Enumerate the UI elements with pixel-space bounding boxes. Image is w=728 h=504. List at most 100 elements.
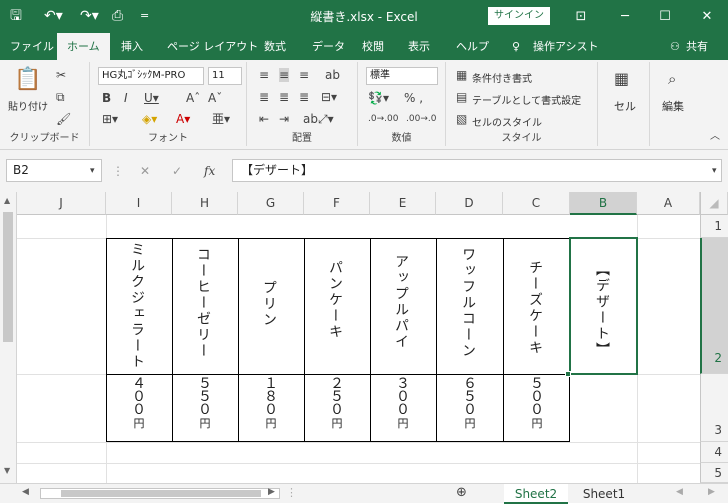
scroll-left-icon[interactable]: ◀ xyxy=(22,487,29,497)
font-shrink-icon[interactable]: Aˇ xyxy=(208,91,222,105)
paste-icon[interactable]: 📋 xyxy=(14,68,41,92)
col-header-G[interactable]: G xyxy=(238,192,304,215)
align-left-icon[interactable]: ≣ xyxy=(259,90,269,104)
cell-I2[interactable]: ミルクジェラート xyxy=(128,242,146,370)
cell-C2[interactable]: チーズケーキ xyxy=(526,260,544,356)
scroll-up-icon[interactable]: ▲ xyxy=(4,196,10,205)
cells-icon[interactable]: ▦ xyxy=(614,70,629,88)
phonetic-icon[interactable]: 亜▾ xyxy=(212,112,230,126)
cells-button[interactable]: セル xyxy=(614,98,636,114)
row-header-3[interactable]: 3 xyxy=(700,374,728,442)
tab-help[interactable]: ヘルプ xyxy=(456,33,489,60)
tab-insert[interactable]: 挿入 xyxy=(121,33,143,60)
horizontal-scroll-thumb[interactable] xyxy=(61,490,261,497)
sheet-tab-sheet1[interactable]: Sheet1 xyxy=(572,484,636,504)
cond-format-icon[interactable]: ▦ xyxy=(456,68,467,82)
tab-home[interactable]: ホーム xyxy=(57,33,110,60)
indent-decrease-icon[interactable]: ⇤ xyxy=(259,112,269,126)
tab-split-handle[interactable]: ⋮ xyxy=(286,486,297,499)
name-box[interactable]: B2 xyxy=(6,159,102,182)
tab-file[interactable]: ファイル xyxy=(10,33,54,60)
align-top-icon[interactable]: ≡ xyxy=(259,68,269,82)
font-name-select[interactable]: HG丸ｺﾞｼｯｸM-PRO xyxy=(98,67,204,85)
cell-G3[interactable]: １８０円 xyxy=(263,377,279,430)
scroll-right-icon[interactable]: ▶ xyxy=(268,487,275,497)
enter-icon[interactable]: ✓ xyxy=(172,164,182,178)
col-header-E[interactable]: E xyxy=(370,192,436,215)
font-grow-icon[interactable]: Aˆ xyxy=(186,91,200,105)
cell-C3[interactable]: ５００円 xyxy=(529,377,545,430)
tab-formulas[interactable]: 数式 xyxy=(264,33,286,60)
align-center-icon[interactable]: ≣ xyxy=(279,90,289,104)
editing-button[interactable]: 編集 xyxy=(662,98,684,114)
tab-review[interactable]: 校閲 xyxy=(362,33,384,60)
vertical-scrollbar[interactable]: ▲ ▼ xyxy=(0,192,17,483)
border-icon[interactable]: ⊞▾ xyxy=(102,112,118,126)
function-icon[interactable]: fx xyxy=(204,164,215,178)
row-header-4[interactable]: 4 xyxy=(700,442,728,463)
tab-scroll-left-icon[interactable]: ◀ xyxy=(676,487,683,497)
new-sheet-icon[interactable]: ⊕ xyxy=(456,485,467,500)
select-all-corner[interactable]: ◢ xyxy=(700,192,728,215)
tab-data[interactable]: データ xyxy=(312,33,345,60)
col-header-B[interactable]: B xyxy=(570,192,637,215)
fill-color-icon[interactable]: ◈▾ xyxy=(142,112,157,126)
decrease-decimal-icon[interactable]: .00→.0 xyxy=(406,112,436,126)
cond-format-button[interactable]: 条件付き書式 xyxy=(472,70,532,85)
row-header-2[interactable]: 2 xyxy=(700,238,728,374)
horizontal-scrollbar[interactable] xyxy=(40,488,280,499)
cell-D3[interactable]: ６５０円 xyxy=(462,377,478,430)
signin-button[interactable]: サインイン xyxy=(488,7,550,25)
row-header-1[interactable]: 1 xyxy=(700,215,728,238)
cell-style-button[interactable]: セルのスタイル xyxy=(472,114,542,129)
align-bottom-icon[interactable]: ≡ xyxy=(299,68,309,82)
sheet-tab-sheet2[interactable]: Sheet2 xyxy=(504,484,568,504)
cell-H3[interactable]: ５５０円 xyxy=(197,377,213,430)
maximize-button[interactable]: ☐ xyxy=(646,0,684,33)
tab-scroll-right-icon[interactable]: ▶ xyxy=(708,487,715,497)
close-button[interactable]: ✕ xyxy=(688,0,726,33)
cell-E3[interactable]: ３００円 xyxy=(395,377,411,430)
tab-page-layout[interactable]: ページ レイアウト xyxy=(167,33,258,60)
indent-increase-icon[interactable]: ⇥ xyxy=(279,112,289,126)
col-header-A[interactable]: A xyxy=(637,192,700,215)
scroll-thumb[interactable] xyxy=(3,212,13,342)
font-color-icon[interactable]: A▾ xyxy=(176,112,190,126)
ribbon-display-icon[interactable]: ⊡ xyxy=(562,0,600,33)
cell-style-icon[interactable]: ▧ xyxy=(456,112,467,126)
percent-comma-icon[interactable]: % , xyxy=(404,91,423,105)
cell-F2[interactable]: パンケーキ xyxy=(326,260,344,340)
currency-icon[interactable]: 💱▾ xyxy=(368,91,389,105)
expand-formula-icon[interactable]: ▾ xyxy=(712,164,717,178)
paste-button[interactable]: 貼り付け xyxy=(8,98,48,113)
tell-me-box[interactable]: 操作アシスト xyxy=(533,33,599,60)
col-header-C[interactable]: C xyxy=(503,192,570,215)
number-format-select[interactable]: 標準 xyxy=(366,67,438,85)
col-header-I[interactable]: I xyxy=(106,192,172,215)
cut-icon[interactable]: ✂ xyxy=(56,68,66,82)
formula-input[interactable]: 【デザート】 xyxy=(232,159,722,182)
cell-G2[interactable]: プリン xyxy=(260,280,278,328)
minimize-button[interactable]: ─ xyxy=(606,0,644,33)
scroll-down-icon[interactable]: ▼ xyxy=(4,466,10,475)
copy-icon[interactable]: ⧉ xyxy=(56,90,65,104)
cell-E2[interactable]: アップルパイ xyxy=(392,254,410,350)
format-painter-icon[interactable]: 🖌 xyxy=(56,112,71,126)
col-header-H[interactable]: H xyxy=(172,192,238,215)
col-header-F[interactable]: F xyxy=(304,192,370,215)
merge-icon[interactable]: ⊟▾ xyxy=(321,90,337,104)
font-size-select[interactable]: 11 xyxy=(208,67,242,85)
cancel-icon[interactable]: ✕ xyxy=(140,164,150,178)
col-header-J[interactable]: J xyxy=(17,192,106,215)
share-button[interactable]: 共有 xyxy=(686,33,708,60)
namebox-dropdown-icon[interactable]: ▾ xyxy=(90,164,95,178)
bold-icon[interactable]: B xyxy=(102,91,111,105)
cell-F3[interactable]: ２５０円 xyxy=(329,377,345,430)
italic-icon[interactable]: I xyxy=(124,91,128,105)
cell-D2[interactable]: ワッフルコーン xyxy=(459,247,477,359)
format-table-icon[interactable]: ▤ xyxy=(456,90,467,104)
find-icon[interactable]: ⌕ xyxy=(668,70,676,88)
align-right-icon[interactable]: ≣ xyxy=(299,90,309,104)
fill-handle[interactable] xyxy=(565,371,571,377)
underline-icon[interactable]: U▾ xyxy=(144,91,159,105)
